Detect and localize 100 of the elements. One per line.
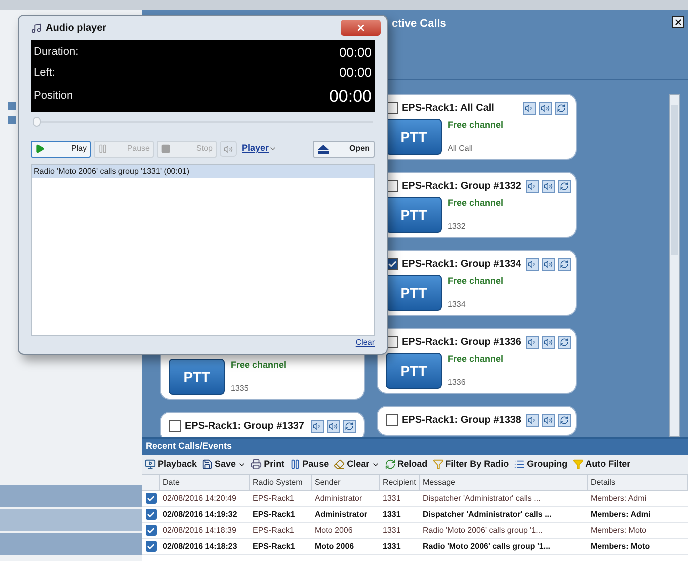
refresh-icon[interactable] (558, 258, 570, 270)
eraser-icon (334, 459, 346, 470)
column-header[interactable]: Sender (315, 476, 341, 488)
caret-icon (269, 145, 278, 153)
window-title: Audio player (46, 22, 107, 36)
speaker-icon[interactable] (526, 336, 538, 348)
table-cell: Moto 2006 (315, 526, 353, 534)
table-row[interactable]: 02/08/2016 14:18:23 EPS-Rack1 Moto 2006 1331 Radio 'Moto 2006' calls group '1... Members: Moto (142, 539, 688, 555)
play-button[interactable]: Play (31, 140, 91, 158)
table-cell: Members: Moto (591, 526, 647, 534)
card-title: EPS-Rack1: Group #1338 (402, 414, 522, 428)
checkbox[interactable] (386, 414, 398, 426)
table-cell: Dispatcher 'Administrator' calls ... (423, 494, 541, 502)
ptt-button[interactable]: PTT (386, 353, 442, 389)
toolbar-button[interactable]: Pause (290, 458, 330, 472)
table-row[interactable]: 02/08/2016 14:19:32 EPS-Rack1 Administrator 1331 Dispatcher 'Administrator' calls ... Members: Admi (142, 507, 688, 523)
speaker-icon[interactable] (542, 258, 554, 270)
table-cell: Dispatcher 'Administrator' calls ... (423, 510, 552, 518)
toolbar-button[interactable]: Print (251, 458, 285, 472)
speaker-icon[interactable] (539, 102, 552, 114)
clear-link[interactable]: Clear (356, 337, 375, 349)
table-cell: Members: Admi (591, 510, 651, 518)
pause-icon (290, 459, 301, 470)
speaker-icon[interactable] (542, 336, 554, 348)
display-label: Left: (34, 66, 56, 81)
toolbar-button[interactable]: Clear (334, 458, 380, 472)
table-row[interactable]: 02/08/2016 14:20:49 EPS-Rack1 Administrator 1331 Dispatcher 'Administrator' calls ... Members: Admi (142, 491, 688, 507)
table-cell: Radio 'Moto 2006' calls group '1... (423, 542, 551, 550)
player-menu-link[interactable]: Player (242, 142, 278, 156)
table-cell: 02/08/2016 14:20:49 (163, 494, 236, 502)
channel-status: Free channel (448, 197, 504, 210)
channel-status: Free channel (448, 353, 504, 366)
column-header[interactable]: Recipient (383, 476, 416, 488)
app-icon (31, 22, 42, 34)
table-cell: 1331 (383, 526, 401, 534)
scrollbar[interactable] (669, 94, 680, 437)
row-check-icon (146, 525, 156, 536)
table-cell: 02/08/2016 14:18:23 (163, 542, 238, 550)
ptt-button[interactable]: PTT (169, 359, 225, 395)
speaker-icon[interactable] (523, 102, 536, 114)
table-cell: Administrator (315, 510, 368, 518)
refresh-icon[interactable] (555, 102, 568, 114)
table-row[interactable]: 02/08/2016 14:18:39 EPS-Rack1 Moto 2006 1331 Radio 'Moto 2006' calls group '1... Members: Moto (142, 523, 688, 539)
close-icon (674, 18, 682, 26)
print-icon (251, 459, 262, 470)
speaker-icon[interactable] (542, 414, 554, 426)
checkbox[interactable] (169, 420, 181, 432)
channel-status: Free channel (231, 359, 287, 372)
table-cell: Members: Admi (591, 494, 647, 502)
toolbar-button[interactable]: Save (202, 458, 246, 472)
group-id: 1335 (231, 383, 250, 395)
row-check-icon (146, 493, 156, 504)
column-header[interactable]: Radio System (253, 476, 303, 488)
open-button[interactable]: Open (313, 140, 375, 158)
table-cell: 1331 (383, 494, 401, 502)
toolbar-button[interactable]: Playback (145, 458, 198, 472)
toolbar-button[interactable]: Filter By Radio (432, 458, 510, 472)
ptt-button[interactable]: PTT (386, 197, 442, 233)
pause-icon (98, 144, 108, 154)
speaker-icon[interactable] (311, 420, 324, 432)
column-header[interactable]: Date (163, 476, 180, 488)
speaker-icon[interactable] (327, 420, 340, 432)
group-id: 1334 (448, 299, 467, 311)
table-cell: 1331 (383, 510, 401, 518)
refresh-icon[interactable] (343, 420, 356, 432)
speaker-icon[interactable] (526, 414, 538, 426)
table-cell: EPS-Rack1 (253, 542, 296, 550)
refresh-icon[interactable] (558, 180, 570, 192)
table-cell: EPS-Rack1 (253, 526, 294, 534)
card-title: EPS-Rack1: All Call (402, 102, 494, 116)
display-value: 00:00 (339, 64, 372, 82)
card-title: EPS-Rack1: Group #1332 (402, 180, 522, 194)
group-id: All Call (448, 143, 474, 155)
ptt-button[interactable]: PTT (386, 119, 442, 155)
refresh-icon[interactable] (558, 414, 570, 426)
playlist-item[interactable]: Radio 'Moto 2006' calls group '1331' (00:01) (32, 165, 374, 178)
filter-icon (432, 459, 444, 470)
playback-icon (145, 459, 156, 470)
play-icon (35, 144, 45, 154)
channel-status: Free channel (448, 275, 504, 288)
close-button[interactable] (672, 16, 684, 28)
table-cell: Moto 2006 (315, 542, 354, 550)
speaker-icon[interactable] (526, 258, 538, 270)
close-icon (356, 23, 366, 33)
toolbar-button[interactable]: Grouping (514, 458, 568, 472)
table-cell: Radio 'Moto 2006' calls group '1... (423, 526, 543, 534)
card-title: EPS-Rack1: Group #1336 (402, 336, 522, 350)
toolbar-button[interactable]: Auto Filter (572, 458, 631, 472)
speaker-icon[interactable] (542, 180, 554, 192)
eject-icon (318, 144, 329, 154)
table-cell: 02/08/2016 14:18:39 (163, 526, 236, 534)
channel-status: Free channel (448, 119, 504, 132)
column-header[interactable]: Message (423, 476, 456, 488)
column-header[interactable]: Details (591, 476, 616, 488)
refresh-icon[interactable] (558, 336, 570, 348)
speaker-icon[interactable] (526, 180, 538, 192)
ptt-button[interactable]: PTT (386, 275, 442, 311)
card-title: EPS-Rack1: Group #1337 (185, 420, 304, 434)
toolbar-button[interactable]: Reload (384, 458, 428, 472)
display-label: Duration: (34, 45, 79, 60)
